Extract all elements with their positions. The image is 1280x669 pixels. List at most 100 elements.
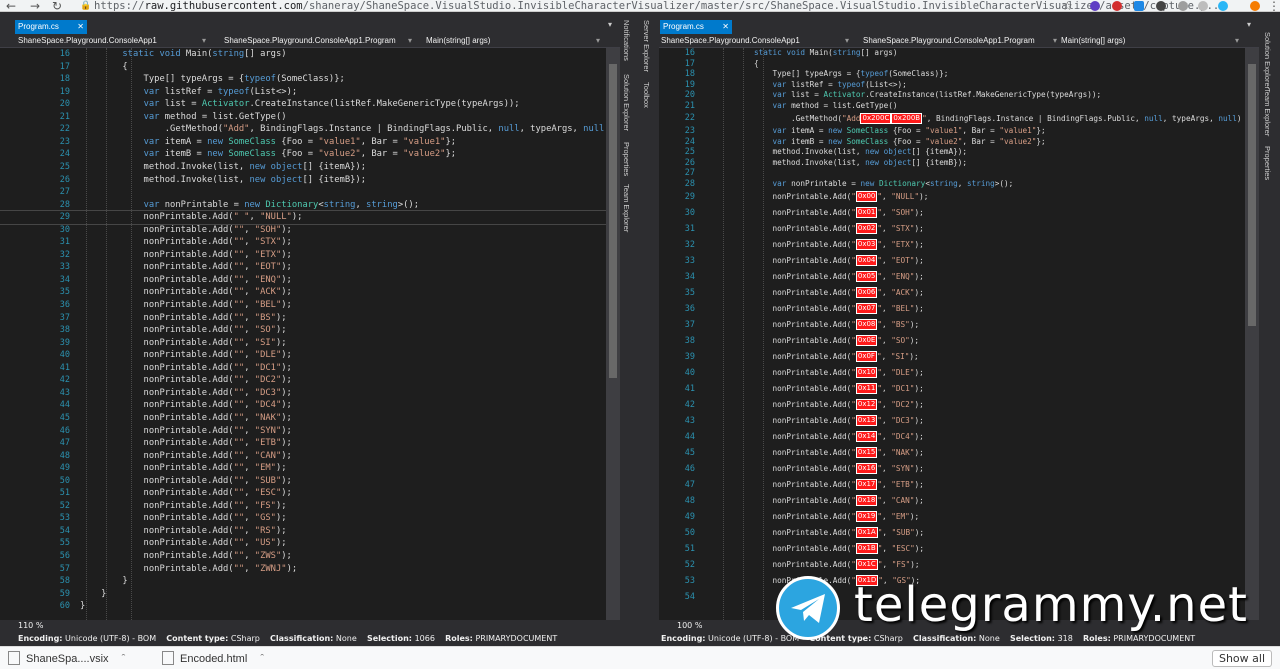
member-dropdown[interactable]: Main(string[] args) ▾ bbox=[426, 35, 602, 47]
code-line[interactable]: 22 .GetMethod("Add 0x200C 0x200B ", Binding… bbox=[659, 111, 1245, 126]
code-line[interactable]: 49 nonPrintable.Add(" 0x19 ", "EM"); bbox=[659, 509, 1245, 525]
code-line[interactable]: 55 nonPrintable.Add("", "US"); bbox=[0, 537, 606, 550]
code-line[interactable]: 17 { bbox=[0, 61, 606, 74]
code-line[interactable]: 33 nonPrintable.Add(" 0x04 ", "EOT"); bbox=[659, 253, 1245, 269]
code-line[interactable]: 40 nonPrintable.Add(" 0x10 ", "DLE"); bbox=[659, 365, 1245, 381]
code-line[interactable]: 23 var itemA = new SomeClass {Foo = "val… bbox=[659, 126, 1245, 137]
code-line[interactable]: 25 method.Invoke(list, new object[] {ite… bbox=[0, 161, 606, 174]
show-all-button[interactable]: Show all bbox=[1211, 650, 1272, 667]
code-line[interactable]: 44 nonPrintable.Add("", "DC4"); bbox=[0, 399, 606, 412]
code-line[interactable]: 44 nonPrintable.Add(" 0x14 ", "DC4"); bbox=[659, 429, 1245, 445]
code-line[interactable]: 16 static void Main(string[] args) bbox=[659, 48, 1245, 59]
zoom-level[interactable]: 110 % bbox=[18, 621, 43, 630]
vertical-scrollbar[interactable] bbox=[606, 48, 620, 620]
code-line[interactable]: 26 method.Invoke(list, new object[] {ite… bbox=[0, 174, 606, 187]
code-line[interactable]: 24 var itemB = new SomeClass {Foo = "val… bbox=[659, 137, 1245, 148]
code-line[interactable]: 19 var listRef = typeof(List<>); bbox=[0, 86, 606, 99]
code-editor[interactable]: 16 static void Main(string[] args) 17 {18… bbox=[659, 48, 1245, 620]
code-line[interactable]: 30 nonPrintable.Add("", "SOH"); bbox=[0, 224, 606, 237]
code-line[interactable]: 39 nonPrintable.Add("", "SI"); bbox=[0, 337, 606, 350]
vertical-scrollbar[interactable] bbox=[1245, 48, 1259, 620]
code-line[interactable]: 60} bbox=[0, 600, 606, 613]
code-line[interactable]: 24 var itemB = new SomeClass {Foo = "val… bbox=[0, 148, 606, 161]
tab-toolbox[interactable]: Toolbox bbox=[642, 82, 651, 108]
code-line[interactable]: 18 Type[] typeArgs = {typeof(SomeClass)}… bbox=[659, 69, 1245, 80]
tab-server-explorer[interactable]: Server Explorer bbox=[642, 20, 651, 72]
extension-icon[interactable] bbox=[1156, 1, 1166, 11]
code-line[interactable]: 35 nonPrintable.Add("", "ACK"); bbox=[0, 286, 606, 299]
code-line[interactable]: 45 nonPrintable.Add("", "NAK"); bbox=[0, 412, 606, 425]
code-line[interactable]: 48 nonPrintable.Add("", "CAN"); bbox=[0, 450, 606, 463]
code-line[interactable]: 38 nonPrintable.Add("", "SO"); bbox=[0, 324, 606, 337]
code-line[interactable]: 50 nonPrintable.Add(" 0x1A ", "SUB"); bbox=[659, 525, 1245, 541]
extension-icon[interactable] bbox=[1134, 1, 1144, 11]
forward-icon[interactable]: → bbox=[30, 0, 40, 12]
close-icon[interactable]: ✕ bbox=[77, 20, 84, 34]
tab-notifications[interactable]: Notifications bbox=[622, 20, 631, 61]
back-icon[interactable]: ← bbox=[6, 0, 16, 12]
tab-properties[interactable]: Properties bbox=[1263, 146, 1272, 180]
address-bar[interactable]: https://raw.githubusercontent.com/shaner… bbox=[94, 0, 1226, 12]
chevron-up-icon[interactable]: ˆ bbox=[122, 653, 126, 665]
code-line[interactable]: 26 method.Invoke(list, new object[] {ite… bbox=[659, 158, 1245, 169]
project-dropdown[interactable]: ShaneSpace.Playground.ConsoleApp1 ▾ bbox=[18, 35, 208, 47]
code-line[interactable]: 52 nonPrintable.Add(" 0x1C ", "FS"); bbox=[659, 557, 1245, 573]
code-line[interactable]: 32 nonPrintable.Add("", "ETX"); bbox=[0, 249, 606, 262]
code-line[interactable]: 18 Type[] typeArgs = {typeof(SomeClass)}… bbox=[0, 73, 606, 86]
code-line[interactable]: 29 nonPrintable.Add(" 0x00 ", "NULL"); bbox=[659, 189, 1245, 205]
code-line[interactable]: 28 var nonPrintable = new Dictionary<str… bbox=[659, 179, 1245, 190]
code-line[interactable]: 36 nonPrintable.Add(" 0x07 ", "BEL"); bbox=[659, 301, 1245, 317]
code-line[interactable]: 33 nonPrintable.Add("", "EOT"); bbox=[0, 261, 606, 274]
code-line[interactable]: 51 nonPrintable.Add("", "ESC"); bbox=[0, 487, 606, 500]
code-line[interactable]: 50 nonPrintable.Add("", "SUB"); bbox=[0, 475, 606, 488]
code-line[interactable]: 27 bbox=[0, 186, 606, 199]
code-line[interactable]: 51 nonPrintable.Add(" 0x1B ", "ESC"); bbox=[659, 541, 1245, 557]
scrollbar-thumb[interactable] bbox=[609, 64, 617, 378]
code-line[interactable]: 16 static void Main(string[] args) bbox=[0, 48, 606, 61]
code-line[interactable]: 23 var itemA = new SomeClass {Foo = "val… bbox=[0, 136, 606, 149]
reload-icon[interactable]: ↻ bbox=[52, 0, 62, 12]
tab-properties[interactable]: Properties bbox=[622, 142, 631, 176]
code-line[interactable]: 57 nonPrintable.Add("", "ZWNJ"); bbox=[0, 563, 606, 576]
tab-solution-explorer[interactable]: Solution Explorer bbox=[622, 74, 631, 131]
code-line[interactable]: 34 nonPrintable.Add(" 0x05 ", "ENQ"); bbox=[659, 269, 1245, 285]
extension-icon[interactable] bbox=[1198, 1, 1208, 11]
code-line[interactable]: 37 nonPrintable.Add("", "BS"); bbox=[0, 312, 606, 325]
code-line[interactable]: 41 nonPrintable.Add("", "DC1"); bbox=[0, 362, 606, 375]
scrollbar-thumb[interactable] bbox=[1248, 64, 1256, 326]
code-line[interactable]: 31 nonPrintable.Add(" 0x02 ", "STX"); bbox=[659, 221, 1245, 237]
code-line[interactable]: 40 nonPrintable.Add("", "DLE"); bbox=[0, 349, 606, 362]
code-line[interactable]: 36 nonPrintable.Add("", "BEL"); bbox=[0, 299, 606, 312]
code-line[interactable]: 20 var list = Activator.CreateInstance(l… bbox=[659, 90, 1245, 101]
extension-icon[interactable] bbox=[1090, 1, 1100, 11]
project-dropdown[interactable]: ShaneSpace.Playground.ConsoleApp1 ▾ bbox=[661, 35, 851, 47]
code-line[interactable]: 37 nonPrintable.Add(" 0x08 ", "BS"); bbox=[659, 317, 1245, 333]
chevron-down-icon[interactable]: ▾ bbox=[608, 20, 612, 29]
chevron-down-icon[interactable]: ▾ bbox=[1247, 20, 1251, 29]
tab-team-explorer[interactable]: Team Explorer bbox=[1263, 88, 1272, 136]
extension-icon[interactable] bbox=[1178, 1, 1188, 11]
code-line[interactable]: 43 nonPrintable.Add(" 0x13 ", "DC3"); bbox=[659, 413, 1245, 429]
type-dropdown[interactable]: ShaneSpace.Playground.ConsoleApp1.Progra… bbox=[224, 35, 414, 47]
member-dropdown[interactable]: Main(string[] args) ▾ bbox=[1061, 35, 1241, 47]
extension-icon[interactable] bbox=[1112, 1, 1122, 11]
code-line[interactable]: 32 nonPrintable.Add(" 0x03 ", "ETX"); bbox=[659, 237, 1245, 253]
code-line[interactable]: 47 nonPrintable.Add("", "ETB"); bbox=[0, 437, 606, 450]
code-line[interactable]: 29 nonPrintable.Add(" ", "NULL"); bbox=[0, 210, 606, 225]
code-line[interactable]: 30 nonPrintable.Add(" 0x01 ", "SOH"); bbox=[659, 205, 1245, 221]
tab-team-explorer[interactable]: Team Explorer bbox=[622, 184, 631, 232]
code-line[interactable]: 17 { bbox=[659, 59, 1245, 70]
code-line[interactable]: 42 nonPrintable.Add(" 0x12 ", "DC2"); bbox=[659, 397, 1245, 413]
tab-solution-explorer[interactable]: Solution Explorer bbox=[1263, 32, 1272, 89]
code-line[interactable]: 59 } bbox=[0, 588, 606, 601]
code-line[interactable]: 53 nonPrintable.Add("", "GS"); bbox=[0, 512, 606, 525]
code-line[interactable]: 28 var nonPrintable = new Dictionary<str… bbox=[0, 199, 606, 212]
code-line[interactable]: 56 nonPrintable.Add("", "ZWS"); bbox=[0, 550, 606, 563]
zoom-level[interactable]: 100 % bbox=[677, 621, 702, 630]
code-line[interactable]: 38 nonPrintable.Add(" 0x0E ", "SO"); bbox=[659, 333, 1245, 349]
tab-program-cs[interactable]: Program.cs ✕ bbox=[15, 20, 87, 34]
code-line[interactable]: 46 nonPrintable.Add("", "SYN"); bbox=[0, 425, 606, 438]
code-line[interactable]: 43 nonPrintable.Add("", "DC3"); bbox=[0, 387, 606, 400]
code-line[interactable]: 21 var method = list.GetType() bbox=[659, 101, 1245, 112]
extension-icon[interactable] bbox=[1218, 1, 1228, 11]
